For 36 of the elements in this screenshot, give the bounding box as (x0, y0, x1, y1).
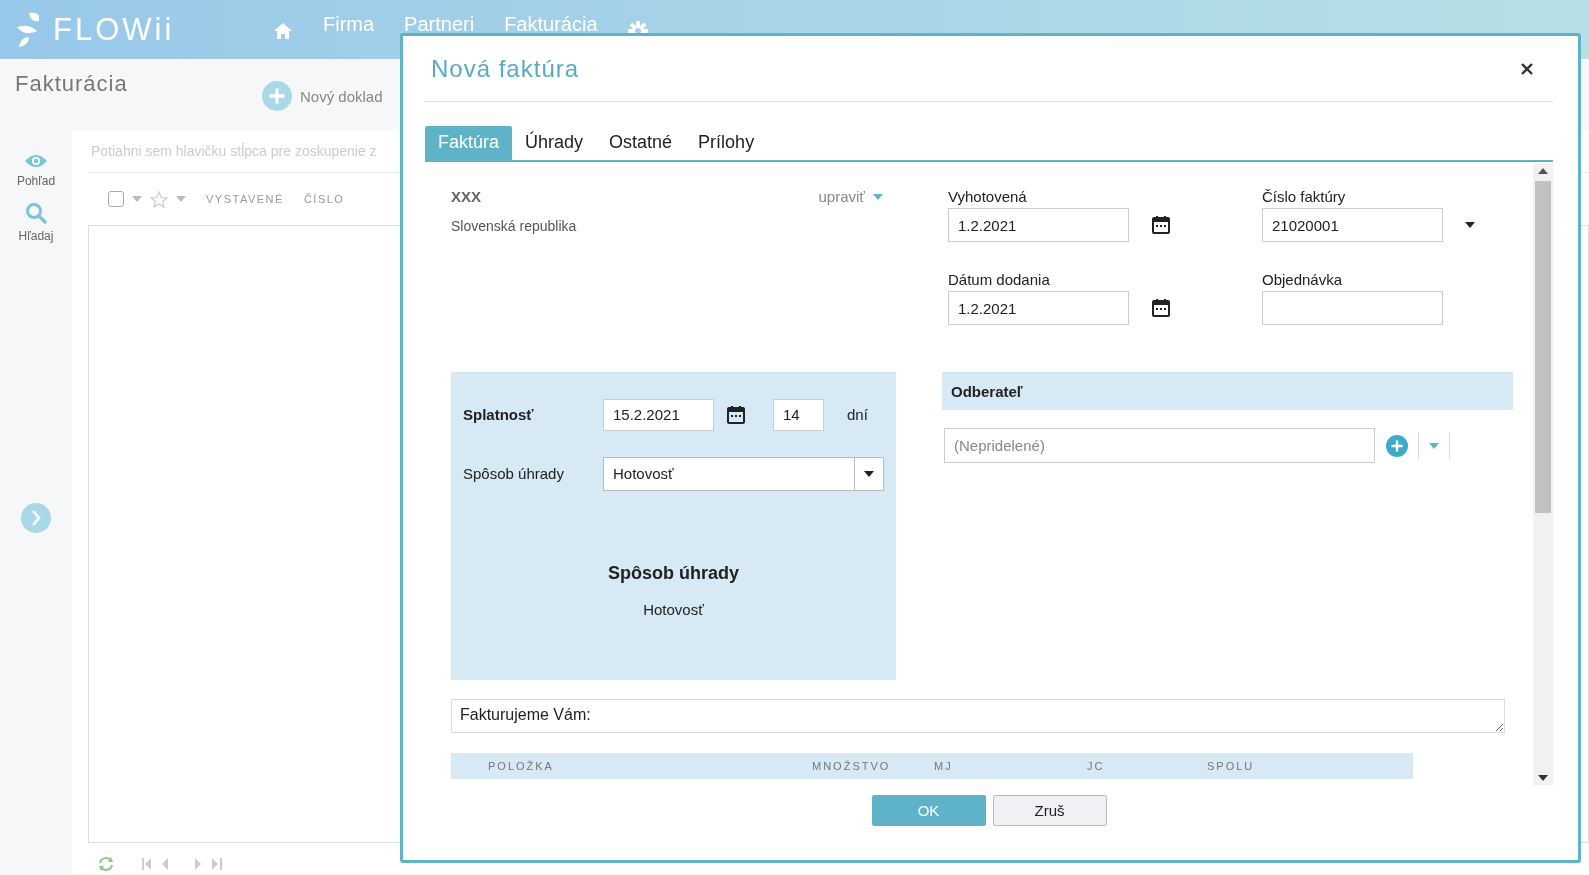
days-unit: dní (847, 406, 868, 423)
summary-title: Spôsob úhrady (607, 563, 740, 584)
sidebar-label[interactable]: Hľadaj (18, 229, 54, 243)
supplier-country: Slovenská republika (451, 218, 578, 234)
field-label: Objednávka (1262, 271, 1344, 288)
ok-button[interactable]: OK (871, 795, 986, 826)
date-field[interactable]: 1.2.2021 (948, 208, 1129, 242)
new-document-link[interactable]: Nový doklad (300, 87, 383, 105)
supplier-name: XXX (451, 188, 481, 205)
column-header[interactable]: ČÍSLO (303, 193, 345, 205)
page-title: Fakturácia (15, 71, 129, 97)
column-header[interactable]: MNOŽSTVO (812, 760, 934, 772)
customer-field[interactable]: (Nepridelené) (944, 428, 1375, 463)
column-header[interactable]: VYSTAVENÉ (206, 193, 284, 205)
cancel-button[interactable]: Zruš (992, 795, 1107, 826)
dialog-title: Nová faktúra (431, 54, 580, 83)
input-field[interactable]: 21020001 (1262, 208, 1443, 242)
field-label: Vyhotovená (948, 188, 1028, 205)
field-label: Dátum dodania (948, 271, 1051, 288)
field-label: Číslo faktúry (1262, 188, 1347, 205)
date-field[interactable]: 15.2.2021 (603, 398, 714, 431)
payment-method-select[interactable]: Hotovosť (603, 456, 884, 491)
column-header[interactable]: SPOLU (1207, 760, 1255, 772)
edit-link[interactable]: upraviť (818, 188, 883, 205)
tab[interactable]: Faktúra (425, 126, 513, 160)
summary-value: Hotovosť (642, 601, 705, 618)
customer-header: Odberateľ (942, 372, 1513, 410)
due-label: Splatnosť (463, 406, 535, 423)
column-header[interactable]: MJ (934, 760, 1087, 772)
date-field[interactable]: 1.2.2021 (948, 291, 1129, 325)
days-field[interactable]: 14 (773, 398, 824, 431)
payment-method-label: Spôsob úhrady (463, 465, 565, 482)
sidebar-label[interactable]: Pohľad (16, 174, 56, 188)
column-header[interactable]: JC (1087, 760, 1207, 772)
column-header[interactable]: POLOŽKA (488, 760, 812, 772)
intro-text-field[interactable]: Fakturujeme Vám: (451, 699, 1505, 733)
